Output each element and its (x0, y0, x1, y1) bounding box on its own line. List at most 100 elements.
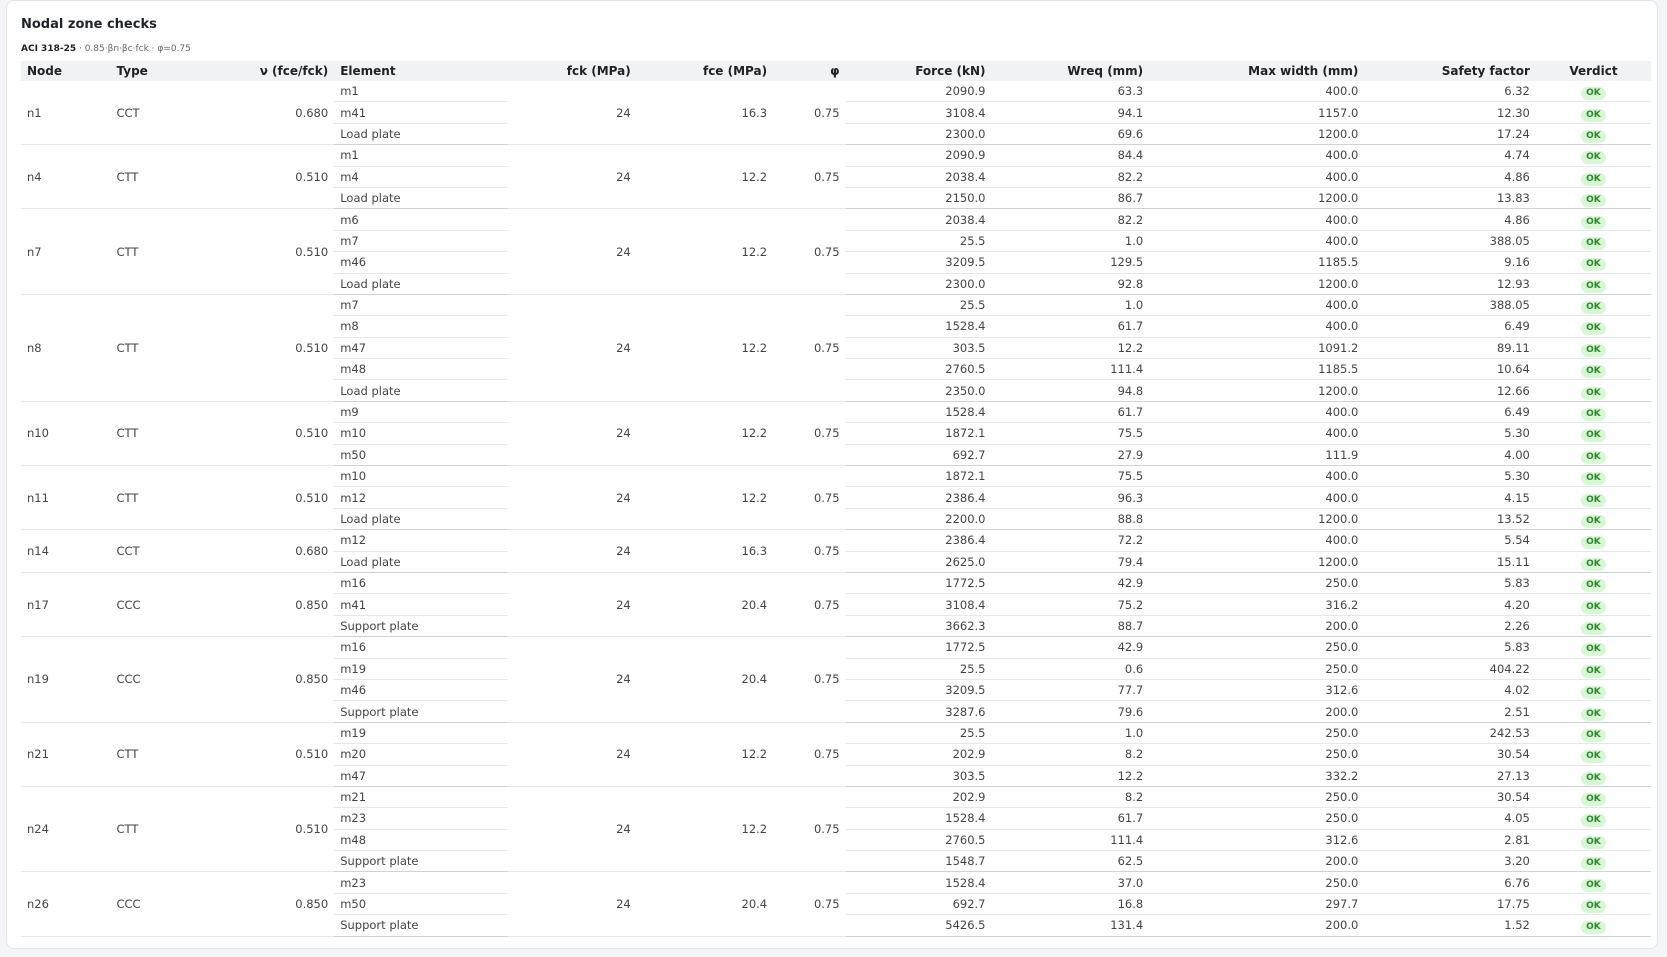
force-cell: 3209.5 (845, 679, 992, 702)
max-width-cell: 312.6 (1149, 829, 1365, 852)
force-cell: 25.5 (845, 294, 992, 317)
element-cell: m19 (334, 658, 508, 680)
verdict-ok-badge: OK (1581, 450, 1606, 464)
verdict-ok-badge: OK (1581, 279, 1606, 293)
safety-factor-cell: 4.00 (1364, 444, 1536, 467)
verdict-ok-badge: OK (1581, 408, 1606, 422)
verdict-ok-badge: OK (1581, 643, 1606, 657)
verdict-cell: OK (1535, 465, 1651, 488)
fck-cell: 24 (507, 294, 637, 402)
type-cell: CTT (110, 294, 200, 402)
verdict-cell: OK (1535, 893, 1651, 916)
element-cell: m48 (334, 358, 508, 381)
safety-factor-cell: 3.20 (1364, 850, 1536, 873)
force-cell: 1528.4 (845, 871, 992, 894)
verdict-ok-badge: OK (1581, 686, 1606, 700)
col-nu[interactable]: ν (fce/fck) (200, 61, 334, 81)
max-width-cell: 250.0 (1149, 658, 1365, 680)
wreq-cell: 16.8 (991, 893, 1150, 916)
safety-factor-cell: 2.26 (1364, 615, 1536, 638)
safety-factor-cell: 13.83 (1364, 187, 1536, 210)
wreq-cell: 27.9 (991, 444, 1150, 467)
max-width-cell: 1200.0 (1149, 508, 1365, 531)
col-max-width[interactable]: Max width (mm) (1149, 61, 1364, 81)
safety-factor-cell: 4.15 (1364, 486, 1536, 509)
col-wreq[interactable]: Wreq (mm) (992, 61, 1150, 81)
phi-cell: 0.75 (773, 786, 846, 873)
fce-cell: 20.4 (636, 572, 774, 638)
max-width-cell: 1200.0 (1149, 123, 1365, 146)
safety-factor-cell: 388.05 (1364, 230, 1536, 253)
wreq-cell: 86.7 (991, 187, 1150, 210)
fck-cell: 24 (507, 572, 637, 638)
verdict-cell: OK (1535, 529, 1651, 552)
col-verdict[interactable]: Verdict (1536, 61, 1651, 81)
element-cell: m12 (334, 529, 508, 552)
col-phi[interactable]: φ (773, 61, 845, 81)
safety-factor-cell: 5.30 (1364, 422, 1536, 445)
col-type[interactable]: Type (110, 61, 199, 81)
wreq-cell: 69.6 (991, 123, 1150, 146)
type-cell: CTT (110, 465, 200, 531)
phi-cell: 0.75 (773, 401, 846, 467)
verdict-ok-badge: OK (1581, 472, 1606, 486)
force-cell: 303.5 (845, 337, 992, 360)
safety-factor-cell: 30.54 (1364, 786, 1536, 809)
verdict-cell: OK (1535, 593, 1651, 616)
force-cell: 2760.5 (845, 358, 992, 381)
fce-cell: 16.3 (636, 529, 774, 573)
col-node[interactable]: Node (21, 61, 110, 81)
element-cell: m1 (334, 144, 508, 167)
wreq-cell: 12.2 (991, 337, 1150, 360)
type-cell: CTT (110, 722, 200, 787)
col-force[interactable]: Force (kN) (846, 61, 992, 81)
safety-factor-cell: 4.74 (1364, 144, 1536, 167)
verdict-ok-badge: OK (1581, 343, 1606, 357)
force-cell: 303.5 (845, 765, 992, 787)
safety-factor-cell: 1.52 (1364, 914, 1536, 937)
force-cell: 1772.5 (845, 636, 992, 659)
element-cell: m8 (334, 315, 508, 338)
element-cell: Load plate (334, 273, 508, 295)
verdict-ok-badge: OK (1581, 493, 1606, 507)
max-width-cell: 400.0 (1149, 401, 1365, 424)
fck-cell: 24 (507, 208, 637, 295)
safety-factor-cell: 2.81 (1364, 829, 1536, 852)
safety-factor-cell: 15.11 (1364, 551, 1536, 573)
safety-factor-cell: 4.86 (1364, 208, 1536, 231)
max-width-cell: 1185.5 (1149, 358, 1365, 381)
element-cell: m10 (334, 422, 508, 445)
safety-factor-cell: 27.13 (1364, 765, 1536, 787)
verdict-ok-badge: OK (1581, 258, 1606, 272)
wreq-cell: 42.9 (991, 572, 1150, 595)
wreq-cell: 82.2 (991, 208, 1150, 231)
max-width-cell: 200.0 (1149, 914, 1365, 937)
verdict-cell: OK (1535, 422, 1651, 445)
verdict-ok-badge: OK (1581, 600, 1606, 614)
wreq-cell: 111.4 (991, 358, 1150, 381)
max-width-cell: 400.0 (1149, 315, 1365, 338)
wreq-cell: 75.5 (991, 465, 1150, 488)
col-element[interactable]: Element (334, 61, 508, 81)
col-fck[interactable]: fck (MPa) (508, 61, 637, 81)
col-safety-factor[interactable]: Safety factor (1364, 61, 1536, 81)
wreq-cell: 75.5 (991, 422, 1150, 445)
element-cell: m19 (334, 722, 508, 745)
max-width-cell: 200.0 (1149, 850, 1365, 873)
fce-cell: 16.3 (636, 81, 774, 146)
nu-cell: 0.510 (199, 786, 335, 873)
force-cell: 2760.5 (845, 829, 992, 852)
element-cell: Load plate (334, 379, 508, 402)
col-fce[interactable]: fce (MPa) (637, 61, 773, 81)
nodal-zone-card: Nodal zone checks ACI 318-25 · 0.85·βn·β… (6, 0, 1658, 949)
element-cell: m46 (334, 679, 508, 702)
max-width-cell: 400.0 (1149, 230, 1365, 253)
nu-cell: 0.510 (199, 294, 335, 402)
nodal-table-wrapper: Node Type ν (fce/fck) Element fck (MPa) … (21, 61, 1651, 937)
verdict-cell: OK (1535, 187, 1651, 210)
phi-cell: 0.75 (773, 144, 846, 210)
wreq-cell: 37.0 (991, 871, 1150, 894)
nu-cell: 0.510 (199, 144, 335, 210)
nu-cell: 0.680 (199, 529, 335, 573)
verdict-cell: OK (1535, 486, 1651, 509)
